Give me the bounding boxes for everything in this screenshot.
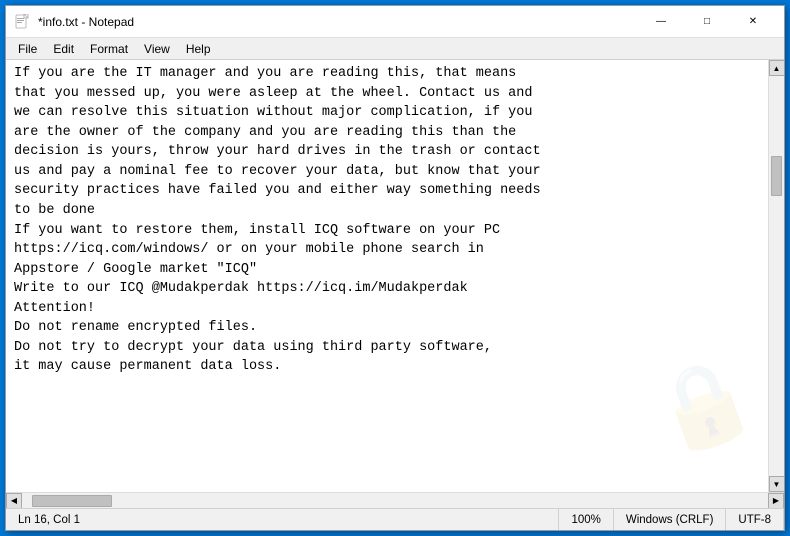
status-encoding: UTF-8	[726, 509, 784, 530]
maximize-button[interactable]: □	[684, 6, 730, 38]
scroll-right-button[interactable]: ▶	[768, 493, 784, 509]
scroll-down-button[interactable]: ▼	[769, 476, 785, 492]
menu-format[interactable]: Format	[82, 40, 136, 58]
vertical-scrollbar[interactable]: ▲ ▼	[768, 60, 784, 492]
status-zoom: 100%	[559, 509, 613, 530]
minimize-button[interactable]: —	[638, 6, 684, 38]
scroll-thumb[interactable]	[771, 156, 782, 196]
app-icon	[14, 14, 30, 30]
menu-help[interactable]: Help	[178, 40, 219, 58]
status-line-ending: Windows (CRLF)	[614, 509, 727, 530]
window-controls: — □ ✕	[638, 6, 776, 38]
hscroll-track[interactable]	[22, 493, 768, 508]
scroll-left-button[interactable]: ◀	[6, 493, 22, 509]
horizontal-scrollbar[interactable]: ◀ ▶	[6, 492, 784, 508]
editor-area: If you are the IT manager and you are re…	[6, 60, 784, 492]
scroll-up-button[interactable]: ▲	[769, 60, 785, 76]
menu-edit[interactable]: Edit	[45, 40, 82, 58]
hscroll-thumb[interactable]	[32, 495, 112, 507]
status-position: Ln 16, Col 1	[6, 509, 559, 530]
text-editor[interactable]: If you are the IT manager and you are re…	[6, 60, 784, 492]
menu-file[interactable]: File	[10, 40, 45, 58]
notepad-window: *info.txt - Notepad — □ ✕ File Edit Form…	[5, 5, 785, 531]
menu-view[interactable]: View	[136, 40, 178, 58]
window-title: *info.txt - Notepad	[38, 15, 638, 29]
scroll-track[interactable]	[769, 76, 784, 476]
status-bar: Ln 16, Col 1 100% Windows (CRLF) UTF-8	[6, 508, 784, 530]
close-button[interactable]: ✕	[730, 6, 776, 38]
menu-bar: File Edit Format View Help	[6, 38, 784, 60]
title-bar: *info.txt - Notepad — □ ✕	[6, 6, 784, 38]
